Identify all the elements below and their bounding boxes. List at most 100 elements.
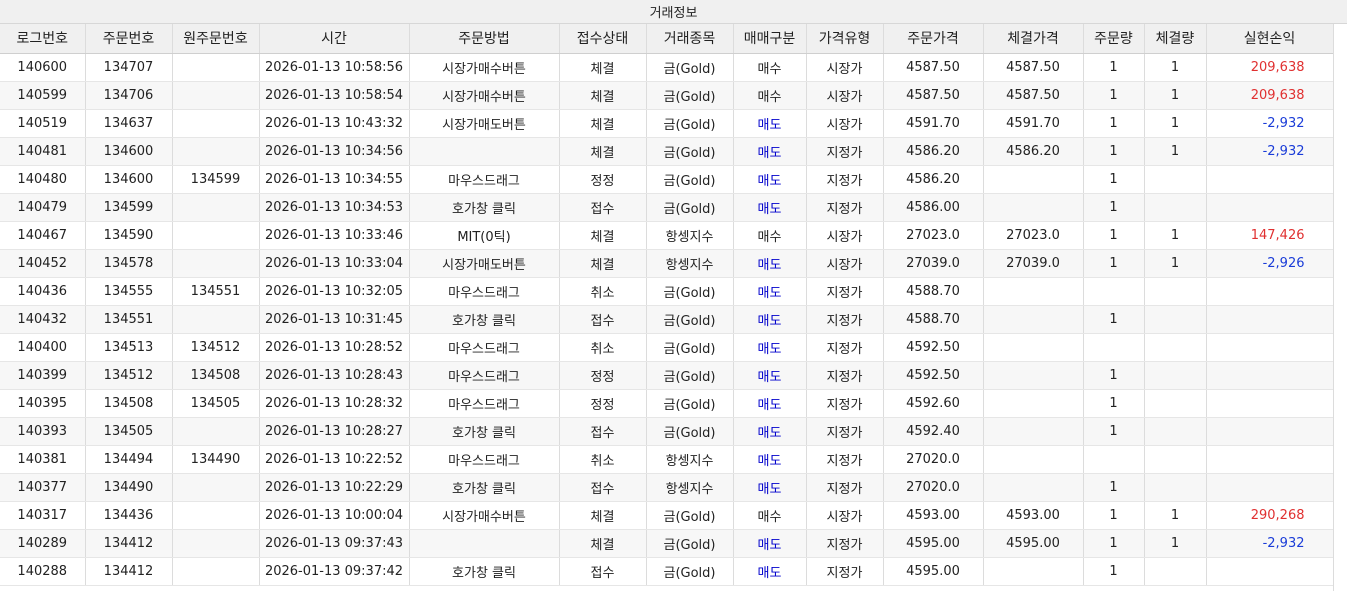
- table-row[interactable]: 140432 134551 2026-01-13 10:31:45 호가창 클릭 접수 금…: [0, 305, 1334, 334]
- cell-time: 2026-01-13 10:31:45: [259, 305, 410, 334]
- cell-time: 2026-01-13 10:58:56: [259, 53, 410, 82]
- cell-orig: [172, 137, 260, 166]
- table-row[interactable]: 140599 134706 2026-01-13 10:58:54 시장가매수버튼 체결…: [0, 81, 1334, 110]
- table-row[interactable]: 140377 134490 2026-01-13 10:22:29 호가창 클릭 접수 항…: [0, 473, 1334, 502]
- cell-fillqty: [1144, 193, 1207, 222]
- cell-time: 2026-01-13 10:28:52: [259, 333, 410, 362]
- cell-ptype: 지정가: [806, 361, 884, 390]
- cell-time: 2026-01-13 10:00:04: [259, 501, 410, 530]
- column-header-pnl[interactable]: 실현손익: [1206, 24, 1334, 54]
- cell-qty: 1: [1083, 557, 1145, 586]
- table-row[interactable]: 140467 134590 2026-01-13 10:33:46 MIT(0틱) 체결…: [0, 221, 1334, 250]
- table-row[interactable]: 140479 134599 2026-01-13 10:34:53 호가창 클릭 접수 금…: [0, 193, 1334, 222]
- table-row[interactable]: 140381 134494 134490 2026-01-13 10:22:52 마우스…: [0, 445, 1334, 474]
- cell-time: 2026-01-13 10:22:29: [259, 473, 410, 502]
- cell-time: 2026-01-13 09:37:42: [259, 557, 410, 586]
- column-header-time[interactable]: 시간: [259, 24, 410, 54]
- table-row[interactable]: 140480 134600 134599 2026-01-13 10:34:55 마우스…: [0, 165, 1334, 194]
- table-row[interactable]: 140289 134412 2026-01-13 09:37:43 체결 금(Gold)…: [0, 529, 1334, 558]
- cell-qty: 1: [1083, 109, 1145, 138]
- cell-time: 2026-01-13 10:33:04: [259, 249, 410, 278]
- cell-orig: 134505: [172, 389, 260, 418]
- header-row: 로그번호 주문번호 원주문번호 시간 주문방법 접수상태 거래종목 매매구분 가격유형 주문가격 체…: [0, 24, 1334, 54]
- cell-qty: 1: [1083, 165, 1145, 194]
- cell-pnl: 209,638: [1206, 81, 1334, 110]
- cell-item: 금(Gold): [646, 165, 734, 194]
- column-header-qty[interactable]: 주문량: [1083, 24, 1145, 54]
- cell-ptype: 시장가: [806, 249, 884, 278]
- cell-qty: [1083, 445, 1145, 474]
- cell-price: 4586.20: [883, 165, 984, 194]
- column-header-method[interactable]: 주문방법: [409, 24, 560, 54]
- cell-method: 시장가매수버튼: [409, 53, 560, 82]
- cell-side: 매도: [733, 333, 807, 362]
- cell-price: 4588.70: [883, 305, 984, 334]
- cell-price: 27023.0: [883, 221, 984, 250]
- cell-ptype: 지정가: [806, 333, 884, 362]
- cell-method: 시장가매도버튼: [409, 249, 560, 278]
- cell-pnl: -2,926: [1206, 249, 1334, 278]
- column-header-order[interactable]: 주문번호: [85, 24, 173, 54]
- cell-qty: 1: [1083, 221, 1145, 250]
- column-header-log[interactable]: 로그번호: [0, 24, 86, 54]
- cell-item: 금(Gold): [646, 333, 734, 362]
- column-header-fill[interactable]: 체결가격: [983, 24, 1084, 54]
- table-row[interactable]: 140436 134555 134551 2026-01-13 10:32:05 마우스…: [0, 277, 1334, 306]
- column-header-orig[interactable]: 원주문번호: [172, 24, 260, 54]
- cell-orig: [172, 81, 260, 110]
- cell-log: 140481: [0, 137, 86, 166]
- table-row[interactable]: 140399 134512 134508 2026-01-13 10:28:43 마우스…: [0, 361, 1334, 390]
- cell-log: 140395: [0, 389, 86, 418]
- table-row[interactable]: 140481 134600 2026-01-13 10:34:56 체결 금(Gold)…: [0, 137, 1334, 166]
- cell-orig: [172, 109, 260, 138]
- table-row[interactable]: 140452 134578 2026-01-13 10:33:04 시장가매도버튼 체결…: [0, 249, 1334, 278]
- cell-time: 2026-01-13 10:33:46: [259, 221, 410, 250]
- cell-pnl: [1206, 305, 1334, 334]
- cell-price: 4595.00: [883, 529, 984, 558]
- cell-status: 체결: [559, 529, 647, 558]
- column-header-side[interactable]: 매매구분: [733, 24, 807, 54]
- table-row[interactable]: 140519 134637 2026-01-13 10:43:32 시장가매도버튼 체결…: [0, 109, 1334, 138]
- cell-time: 2026-01-13 10:22:52: [259, 445, 410, 474]
- column-header-item[interactable]: 거래종목: [646, 24, 734, 54]
- cell-fill: [983, 361, 1084, 390]
- cell-side: 매도: [733, 277, 807, 306]
- cell-ptype: 지정가: [806, 305, 884, 334]
- cell-item: 금(Gold): [646, 81, 734, 110]
- cell-fillqty: [1144, 557, 1207, 586]
- table-row[interactable]: 140395 134508 134505 2026-01-13 10:28:32 마우스…: [0, 389, 1334, 418]
- column-header-ptype[interactable]: 가격유형: [806, 24, 884, 54]
- cell-fillqty: [1144, 305, 1207, 334]
- cell-status: 취소: [559, 277, 647, 306]
- cell-item: 항셍지수: [646, 249, 734, 278]
- table-row[interactable]: 140317 134436 2026-01-13 10:00:04 시장가매수버튼 체결…: [0, 501, 1334, 530]
- table-row[interactable]: 140393 134505 2026-01-13 10:28:27 호가창 클릭 접수 금…: [0, 417, 1334, 446]
- cell-status: 정정: [559, 361, 647, 390]
- cell-pnl: [1206, 361, 1334, 390]
- cell-method: 시장가매도버튼: [409, 109, 560, 138]
- cell-fill: [983, 417, 1084, 446]
- cell-log: 140377: [0, 473, 86, 502]
- cell-ptype: 시장가: [806, 109, 884, 138]
- table-row[interactable]: 140288 134412 2026-01-13 09:37:42 호가창 클릭 접수 금…: [0, 557, 1334, 586]
- column-header-price[interactable]: 주문가격: [883, 24, 984, 54]
- cell-side: 매수: [733, 53, 807, 82]
- cell-price: 4592.40: [883, 417, 984, 446]
- table-row[interactable]: 140400 134513 134512 2026-01-13 10:28:52 마우스…: [0, 333, 1334, 362]
- column-header-fillqty[interactable]: 체결량: [1144, 24, 1207, 54]
- cell-order: 134512: [85, 361, 173, 390]
- cell-status: 체결: [559, 249, 647, 278]
- cell-qty: 1: [1083, 305, 1145, 334]
- cell-fill: 4586.20: [983, 137, 1084, 166]
- cell-log: 140599: [0, 81, 86, 110]
- cell-ptype: 시장가: [806, 501, 884, 530]
- cell-status: 접수: [559, 557, 647, 586]
- cell-order: 134551: [85, 305, 173, 334]
- column-header-status[interactable]: 접수상태: [559, 24, 647, 54]
- cell-log: 140381: [0, 445, 86, 474]
- cell-fill: 4587.50: [983, 81, 1084, 110]
- cell-pnl: [1206, 417, 1334, 446]
- cell-fillqty: [1144, 165, 1207, 194]
- cell-ptype: 지정가: [806, 445, 884, 474]
- table-row[interactable]: 140600 134707 2026-01-13 10:58:56 시장가매수버튼 체결…: [0, 53, 1334, 82]
